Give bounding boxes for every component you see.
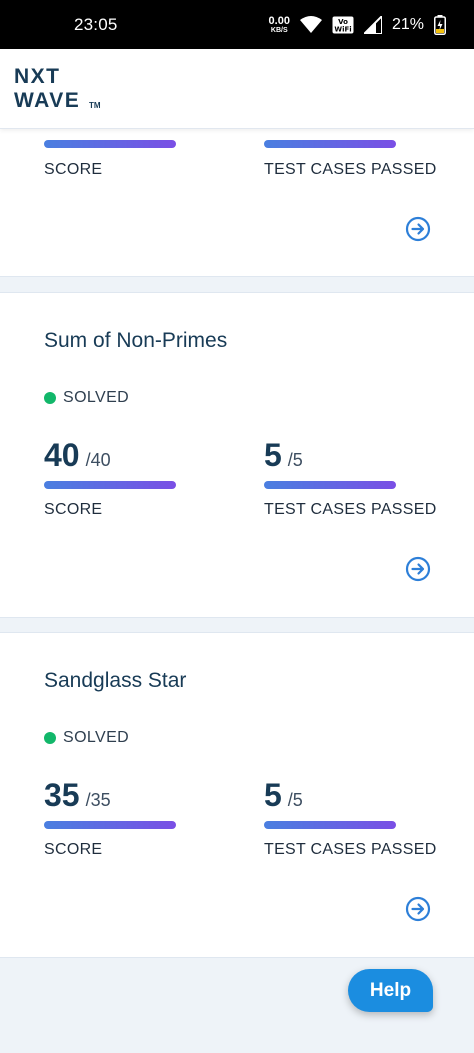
status-badge: SOLVED [44,729,129,747]
status-text: SOLVED [63,389,130,406]
test-cases-value: 5 /5 [264,437,303,474]
status-time: 23:05 [74,14,118,34]
logo-trademark: TM [89,101,101,110]
wifi-icon [299,15,322,34]
solved-dot [44,732,56,744]
net-speed-value: 0.00 [268,14,290,27]
status-badge: SOLVED [44,389,129,407]
signal-icon [363,15,382,34]
test-cases-label: TEST CASES PASSED [264,841,437,858]
net-speed: 0.00 KB/S [268,14,290,34]
test-cases-label: TEST CASES PASSED [264,501,437,518]
test-cases-total: /5 [287,450,303,470]
score-bar [44,481,176,489]
app-header: NXT WAVE TM [0,49,474,129]
problem-card: Sandglass Star SOLVED 35 /35 5 /5 SCORE … [0,632,474,958]
score-number: 35 [44,777,80,813]
score-total: /40 [85,450,111,470]
score-value: 40 /40 [44,437,111,474]
nxtwave-logo[interactable]: NXT WAVE TM [14,64,114,114]
problem-card: SCORE TEST CASES PASSED [0,128,474,277]
arrow-right-circle-icon[interactable] [405,896,431,922]
test-cases-label: TEST CASES PASSED [264,161,437,178]
score-label: SCORE [44,501,103,518]
problem-card: Sum of Non-Primes SOLVED 40 /40 5 /5 SCO… [0,292,474,618]
score-value: 35 /35 [44,777,111,814]
score-label: SCORE [44,161,103,178]
logo-line1: NXT [14,65,61,88]
status-icons: 0.00 KB/S Vo WiFi 21% [268,14,446,35]
test-cases-bar [264,140,396,148]
test-cases-bar [264,821,396,829]
svg-text:WiFi: WiFi [334,25,351,33]
score-total: /35 [85,790,111,810]
score-bar [44,140,176,148]
battery-icon [434,14,446,35]
test-cases-value: 5 /5 [264,777,303,814]
test-cases-bar [264,481,396,489]
test-cases-number: 5 [264,437,282,473]
arrow-right-circle-icon[interactable] [405,216,431,242]
help-button[interactable]: Help [348,969,433,1012]
status-text: SOLVED [63,729,130,746]
test-cases-number: 5 [264,777,282,813]
score-bar [44,821,176,829]
battery-percent: 21% [391,15,424,33]
test-cases-total: /5 [287,790,303,810]
problem-title[interactable]: Sandglass Star [44,669,186,693]
solved-dot [44,392,56,404]
vowifi-icon: Vo WiFi [332,16,354,34]
arrow-right-circle-icon[interactable] [405,556,431,582]
problem-title[interactable]: Sum of Non-Primes [44,329,227,353]
logo-line2: WAVE [14,89,81,112]
status-bar: 23:05 0.00 KB/S Vo WiFi 21% [0,0,474,49]
net-speed-unit: KB/S [270,26,288,34]
score-label: SCORE [44,841,103,858]
score-number: 40 [44,437,80,473]
